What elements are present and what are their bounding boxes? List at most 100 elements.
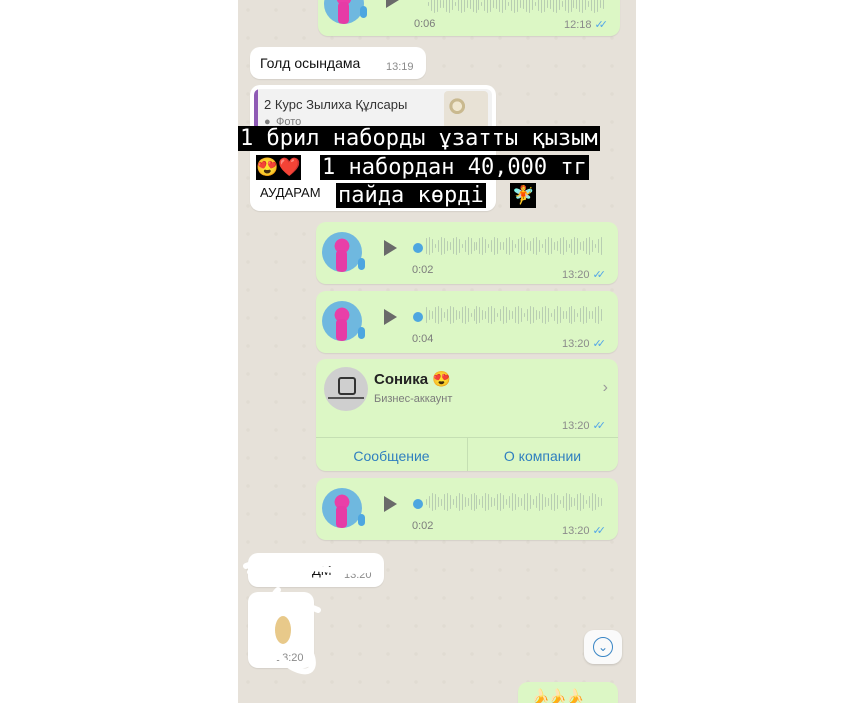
chevron-right-icon[interactable]: ›	[603, 379, 608, 397]
waveform-bar	[528, 0, 530, 13]
message-text: АУДАРАМ	[260, 185, 321, 200]
waveform-bar	[485, 239, 487, 253]
waveform-bar	[494, 308, 496, 322]
scroll-down-button[interactable]: ⌄	[584, 630, 622, 664]
waveform-bar	[503, 241, 505, 251]
message-time: 13:20	[562, 419, 590, 432]
waveform-bar	[499, 0, 501, 13]
about-company-button[interactable]: О компании	[467, 448, 618, 464]
waveform-bar	[598, 497, 600, 507]
waveform-bar	[452, 306, 454, 324]
waveform-bar	[479, 306, 481, 324]
voice-message[interactable]: 0:04 13:20 ✓✓	[316, 291, 618, 353]
partial-message-bottom[interactable]: 🍌🍌🍌	[518, 682, 618, 703]
waveform-bar	[506, 499, 508, 505]
waveform-bar	[553, 308, 555, 322]
waveform-bar	[518, 306, 519, 324]
waveform-bar	[512, 239, 514, 253]
waveform-bar	[561, 1, 563, 7]
waveform-bar	[583, 495, 585, 509]
waveform-bar	[470, 237, 472, 255]
waveform-bar	[455, 496, 457, 508]
microphone-icon	[358, 258, 365, 270]
message-time: 13:20	[562, 337, 590, 350]
message-button[interactable]: Сообщение	[316, 448, 467, 464]
waveform-bar	[473, 308, 475, 322]
caption-emoji-1: 😍❤️	[256, 155, 301, 180]
waveform-bar	[586, 499, 588, 505]
business-avatar	[324, 367, 368, 411]
business-contact-card[interactable]: Соника 😍 Бизнес-аккаунт › 13:20 ✓✓ Сообщ…	[316, 359, 618, 471]
waveform-bar	[509, 496, 511, 508]
waveform-bar	[476, 494, 478, 510]
waveform-bar	[564, 0, 566, 11]
waveform-bar	[426, 238, 427, 254]
quote-title: 2 Курс Зылиха Құлсары	[264, 97, 408, 112]
waveform-bar	[525, 0, 527, 13]
waveform-bar	[591, 0, 593, 12]
waveform-bar	[553, 493, 555, 511]
business-subtitle: Бизнес-аккаунт	[374, 393, 453, 405]
waveform-bar	[541, 307, 543, 323]
play-icon[interactable]	[384, 496, 397, 512]
waveform-bar	[521, 237, 522, 255]
double-check-icon: ✓✓	[592, 420, 607, 432]
message-text: Голд осындама	[260, 55, 361, 71]
waveform-bar	[577, 238, 579, 254]
waveform-bar	[580, 493, 582, 511]
waveform-bar	[531, 0, 533, 11]
message-time-row: 13:20 ✓✓	[562, 268, 606, 282]
text-message[interactable]: Голд осындама 13:19	[250, 47, 426, 79]
caption-emoji-2: 🧚	[510, 183, 537, 208]
waveform-bar	[511, 0, 513, 11]
microphone-icon	[360, 6, 367, 18]
heart-eyes-emoji: 😍	[432, 371, 451, 388]
waveform-bar	[576, 0, 578, 9]
waveform-bar	[440, 308, 442, 322]
waveform-bar	[488, 307, 490, 323]
waveform-bar	[592, 239, 594, 253]
waveform-bar	[589, 495, 591, 509]
waveform-bar	[488, 493, 490, 511]
waveform-bar	[541, 243, 543, 249]
waveform-bar	[529, 306, 531, 324]
waveform-bar	[431, 239, 433, 253]
waveform-bar	[532, 237, 534, 255]
play-icon[interactable]	[384, 309, 397, 325]
play-icon[interactable]	[386, 0, 399, 8]
waveform-bar	[585, 0, 587, 10]
voice-message[interactable]: 0:02 13:20 ✓✓	[316, 222, 618, 284]
waveform	[426, 305, 603, 325]
quoted-message[interactable]: 2 Курс Зылиха Құлсары ● Фото	[254, 89, 492, 131]
voice-duration: 0:04	[412, 333, 434, 345]
waveform-bar	[431, 311, 433, 319]
playhead[interactable]	[413, 312, 423, 322]
waveform-bar	[580, 308, 582, 322]
business-name: Соника	[374, 371, 429, 388]
playhead[interactable]	[413, 499, 423, 509]
waveform-bar	[479, 499, 481, 505]
waveform-bar	[437, 239, 439, 253]
waveform	[426, 236, 603, 256]
waveform-bar	[550, 238, 552, 254]
caption-line-2: 1 набордан 40,000 тг	[320, 155, 589, 180]
voice-message-top[interactable]: 0:06 12:18 ✓✓	[318, 0, 620, 36]
waveform-bar	[463, 0, 465, 12]
waveform-bar	[443, 312, 445, 318]
caption-line-1: 1 брил наборды ұзатты қызым	[238, 126, 600, 151]
waveform-bar	[523, 312, 525, 318]
waveform-bar	[547, 308, 549, 322]
waveform-bar	[445, 0, 447, 13]
waveform-bar	[588, 1, 590, 7]
voice-avatar	[322, 232, 362, 272]
play-icon[interactable]	[384, 240, 397, 256]
voice-message[interactable]: 0:02 13:20 ✓✓	[316, 478, 618, 540]
playhead[interactable]	[413, 243, 423, 253]
waveform-bar	[517, 0, 519, 12]
message-time-row: 13:20 ✓✓	[562, 419, 607, 433]
waveform-bar	[476, 241, 478, 251]
message-time-row: 13:20 ✓✓	[562, 524, 606, 538]
waveform-bar	[559, 306, 561, 324]
waveform-bar	[565, 239, 567, 253]
waveform-bar	[426, 499, 427, 505]
